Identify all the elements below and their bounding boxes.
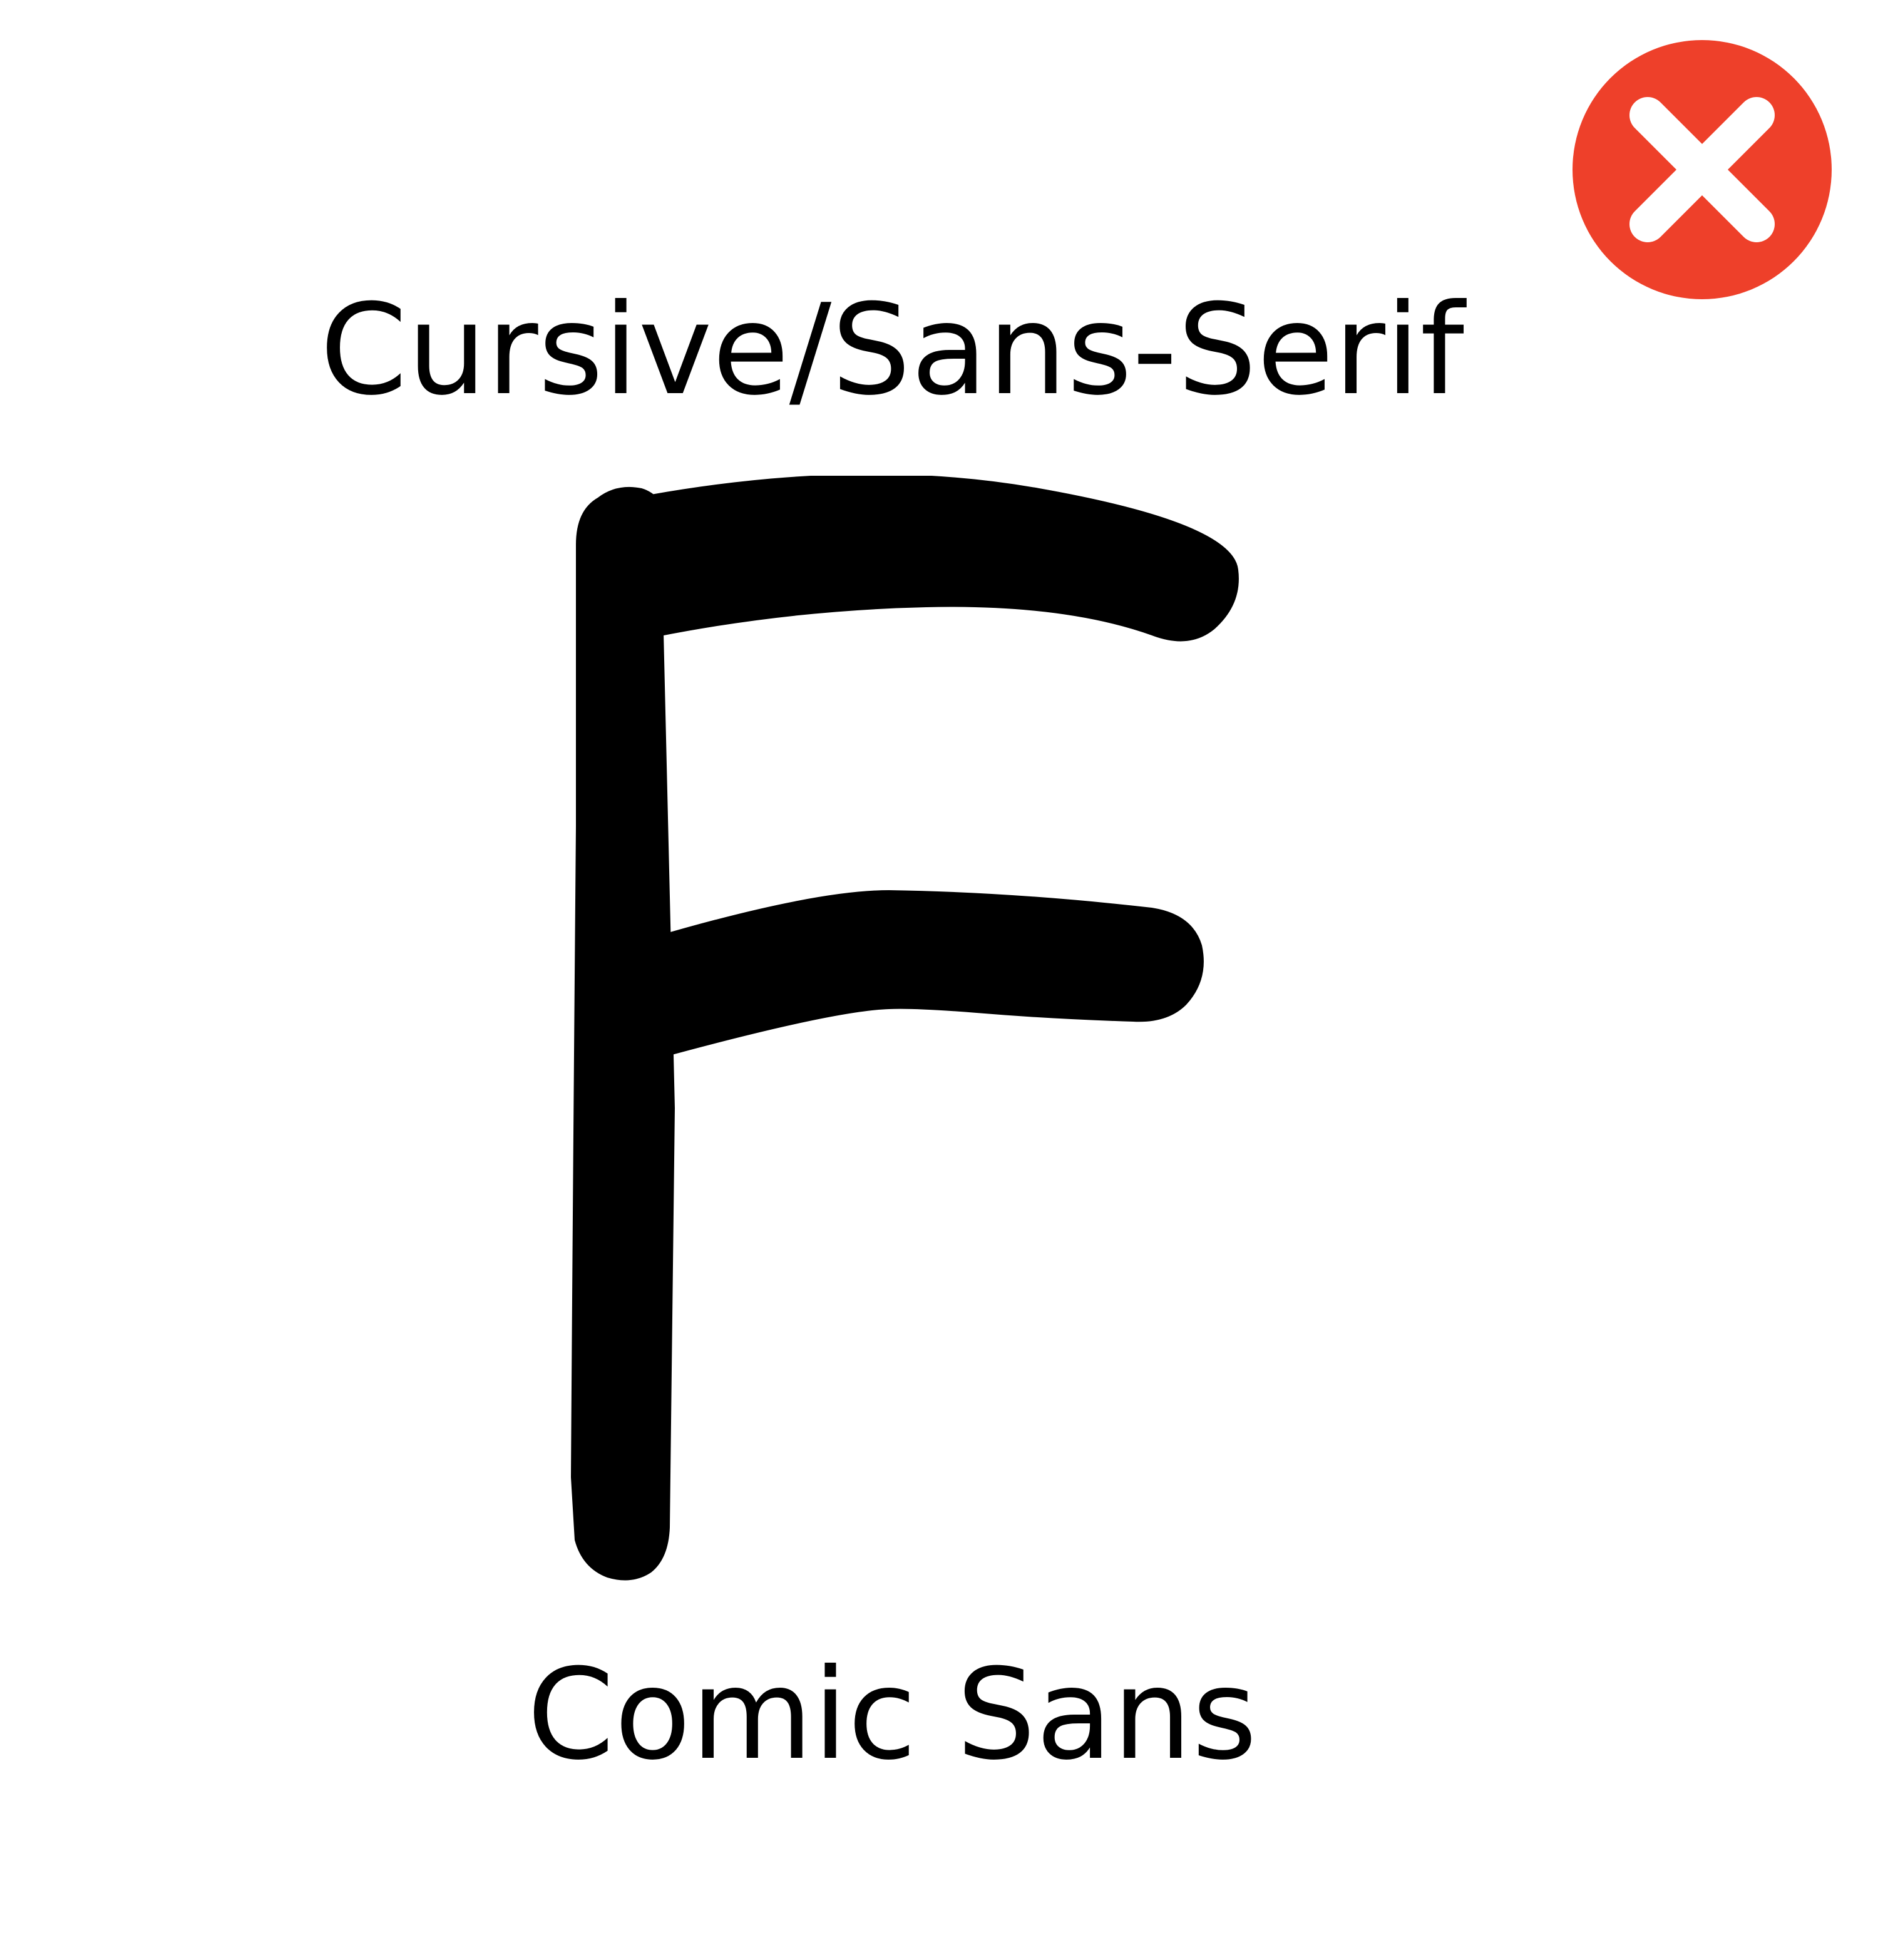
glyph-stem <box>571 486 675 1581</box>
font-name-label: Comic Sans <box>526 1642 1258 1788</box>
glyph-letter-f <box>571 476 1239 1581</box>
close-icon <box>1573 40 1832 299</box>
font-category-label: Cursive/Sans-Serif <box>319 277 1465 423</box>
font-specimen-card: Cursive/Sans-Serif Comic Sans <box>0 0 1878 1960</box>
glyph-specimen <box>538 476 1265 1590</box>
glyph-middle-bar <box>657 890 1204 1058</box>
reject-badge <box>1573 40 1832 299</box>
glyph-top-bar <box>651 476 1239 642</box>
